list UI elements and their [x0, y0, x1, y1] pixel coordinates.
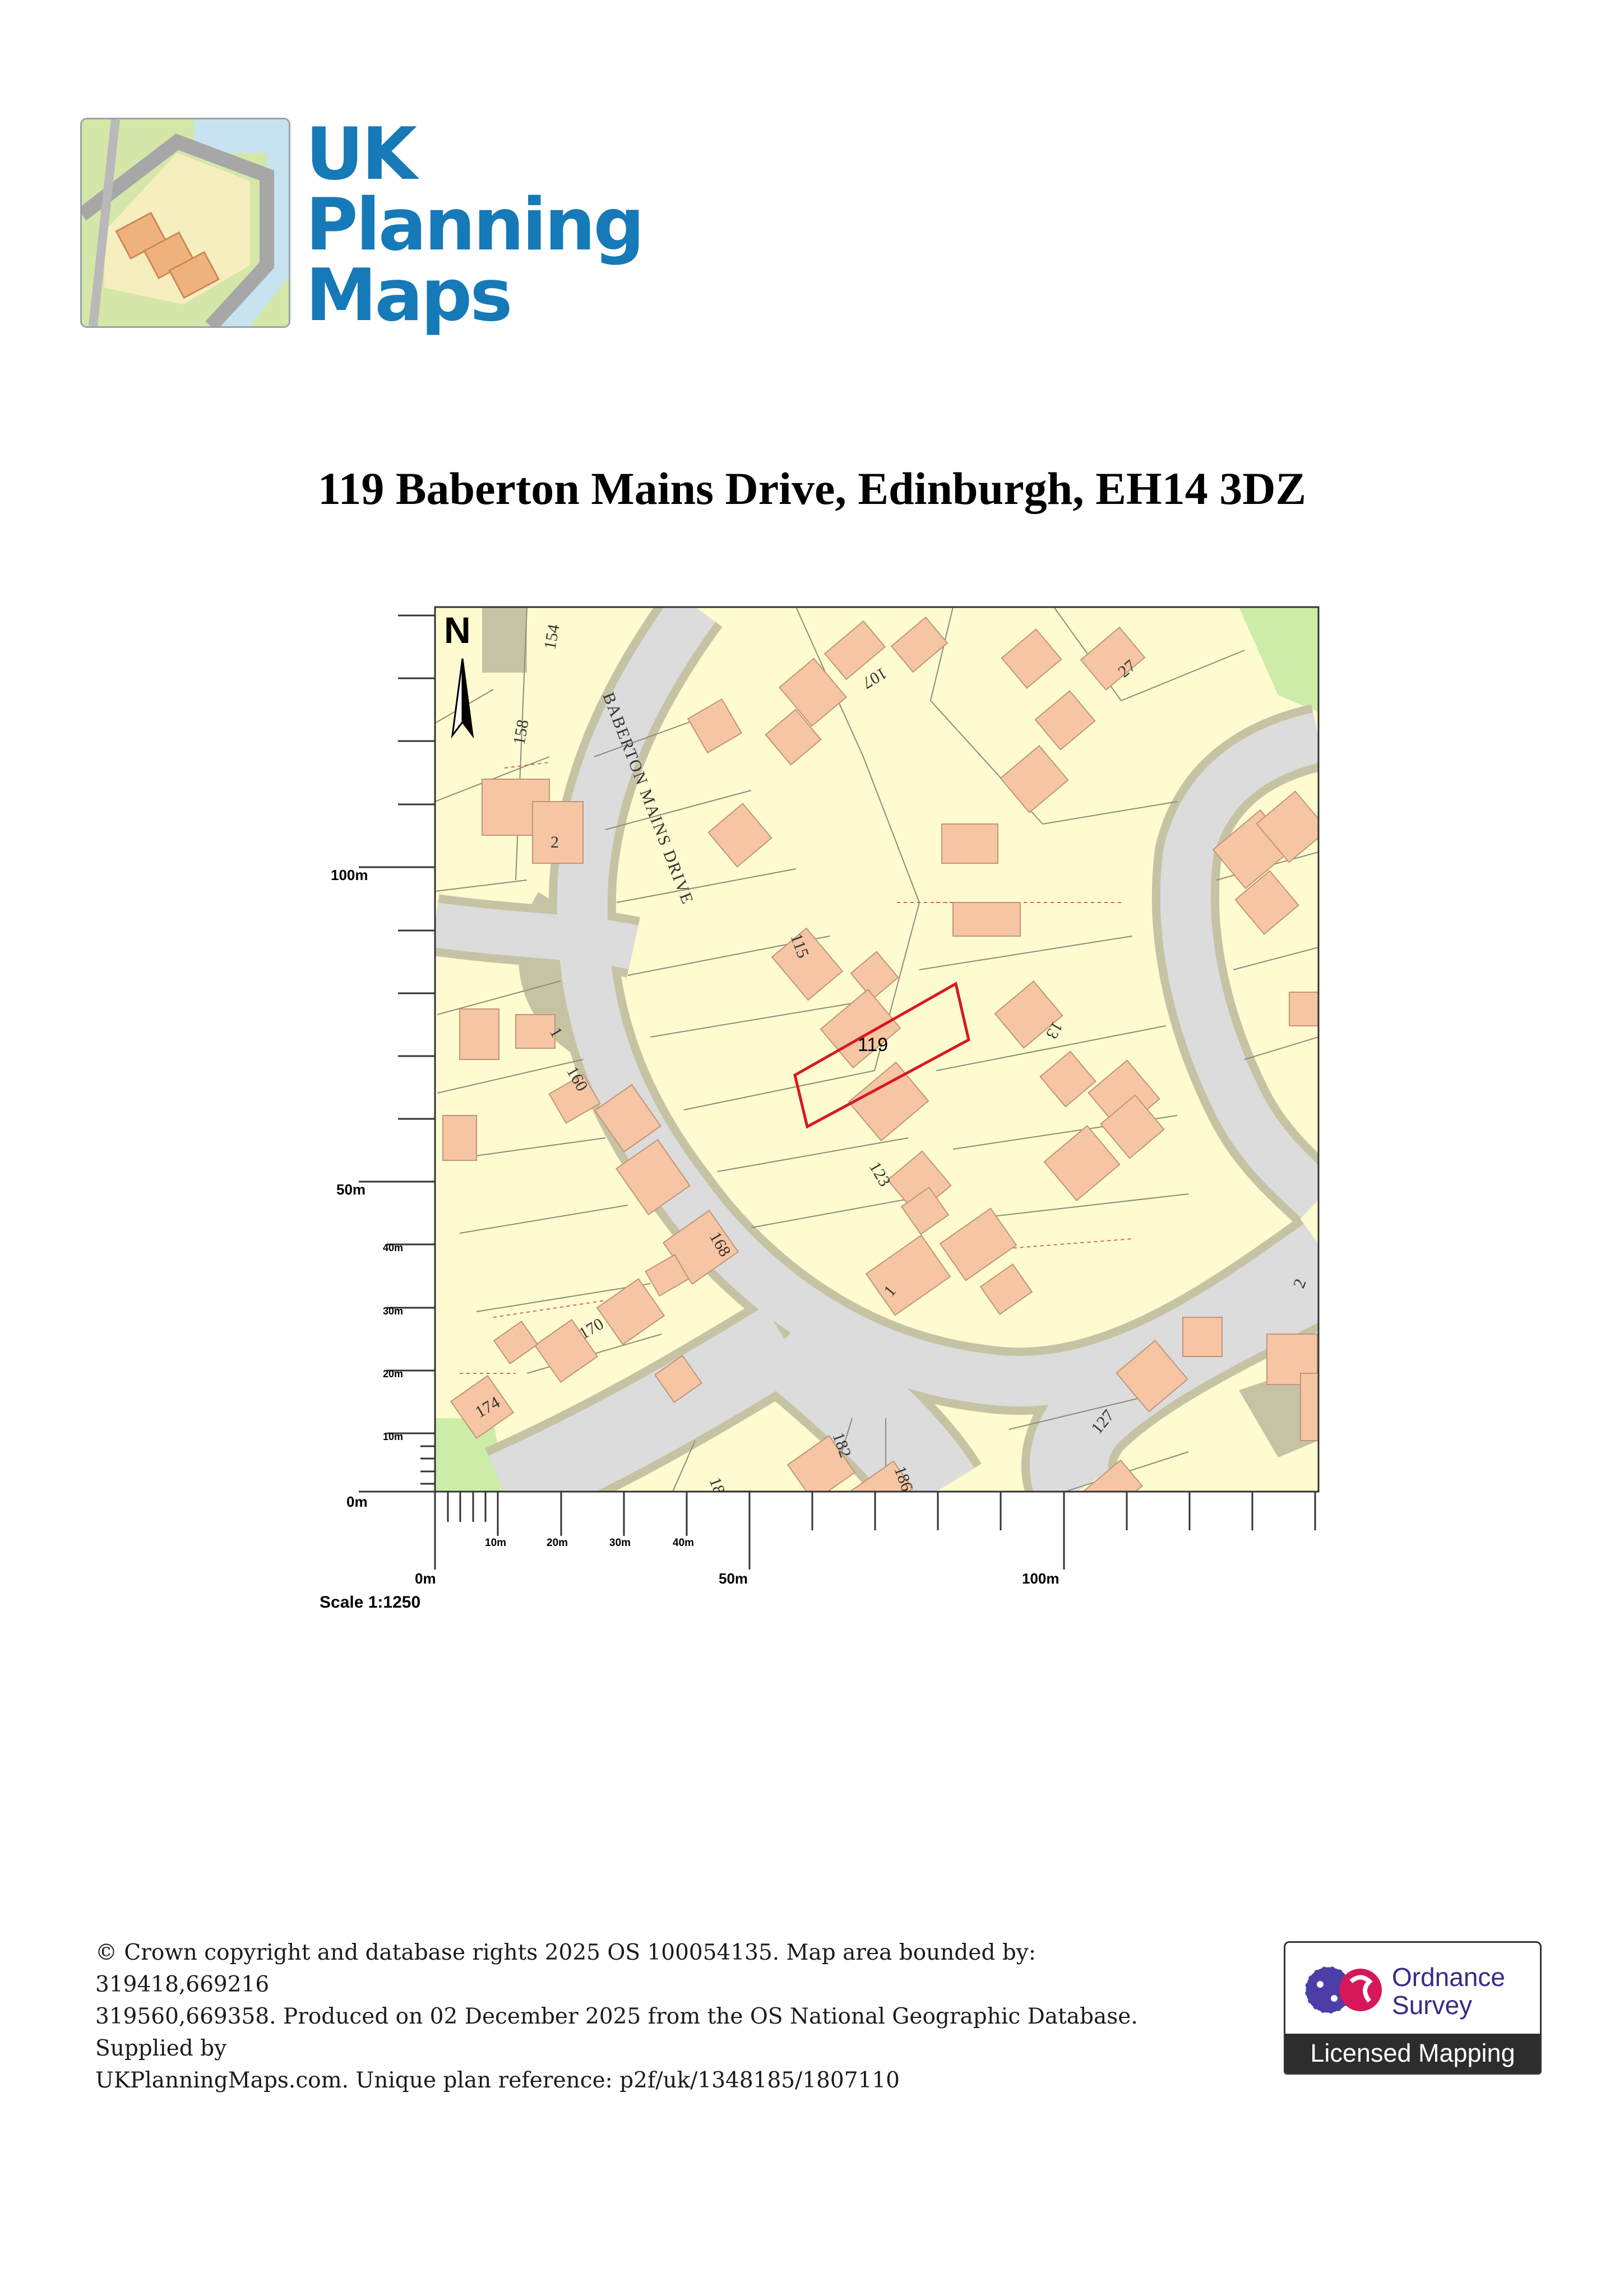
bottom-scale-30m: 30m [609, 1537, 631, 1549]
left-scale-30m: 30m [383, 1306, 403, 1317]
os-name-line-1: Ordnance [1392, 1962, 1506, 1992]
left-scale-labels: 100m 50m 40m 30m 20m 10m 0m [331, 867, 403, 1510]
left-scale-50m: 50m [336, 1181, 365, 1198]
left-scale-20m: 20m [383, 1368, 403, 1380]
house-number-2: 2 [550, 833, 559, 851]
copyright-notice: © Crown copyright and database rights 20… [95, 1937, 1216, 2096]
verge-area-nw [482, 607, 527, 673]
map-area[interactable]: BABERTON MAINS DRIVE 154 158 2 107 27 11… [292, 589, 1357, 1626]
map-content: BABERTON MAINS DRIVE 154 158 2 107 27 11… [435, 607, 1318, 1492]
left-scale-10m: 10m [383, 1431, 403, 1442]
scale-ratio: Scale 1:1250 [320, 1593, 420, 1612]
copyright-line-2: 319560,669358. Produced on 02 December 2… [95, 2004, 1138, 2061]
left-scale-40m: 40m [383, 1242, 403, 1253]
highlighted-plot-label: 119 [858, 1034, 888, 1056]
map-svg[interactable]: BABERTON MAINS DRIVE 154 158 2 107 27 11… [292, 589, 1357, 1626]
north-label: N [444, 609, 471, 651]
bottom-scale-100m: 100m [1022, 1570, 1059, 1587]
os-logo-icon [1304, 1965, 1382, 2015]
logo-text-maps: Maps [306, 254, 513, 337]
os-name-line-2: Survey [1392, 1991, 1473, 2020]
bottom-scale-10m: 10m [485, 1537, 506, 1549]
logo-text-planning: Planning [306, 183, 645, 267]
logo-image [80, 118, 290, 328]
bottom-scale-50m: 50m [719, 1570, 748, 1587]
bottom-scale-40m: 40m [673, 1537, 694, 1549]
page-title: 119 Baberton Mains Drive, Edinburgh, EH1… [317, 463, 1307, 514]
copyright-line-1: © Crown copyright and database rights 20… [95, 1940, 1036, 1997]
left-scale-0m: 0m [346, 1493, 368, 1510]
os-licensed-mapping-bar: Licensed Mapping [1285, 2034, 1540, 2073]
bottom-scale-bar [434, 1492, 1316, 1570]
os-licensed-badge: Ordnance Survey Licensed Mapping [1284, 1941, 1542, 2075]
logo-map-icon [82, 119, 289, 326]
left-scale-bar [359, 614, 435, 1493]
bottom-scale-labels: 10m 20m 30m 40m 0m 50m 100m Scale 1:1250 [320, 1537, 1059, 1612]
logo-text-uk: UK [306, 113, 417, 196]
copyright-line-3: UKPlanningMaps.com. Unique plan referenc… [95, 2068, 900, 2093]
bottom-scale-0m: 0m [415, 1570, 436, 1587]
left-scale-100m: 100m [331, 867, 368, 883]
bottom-scale-20m: 20m [547, 1537, 568, 1549]
